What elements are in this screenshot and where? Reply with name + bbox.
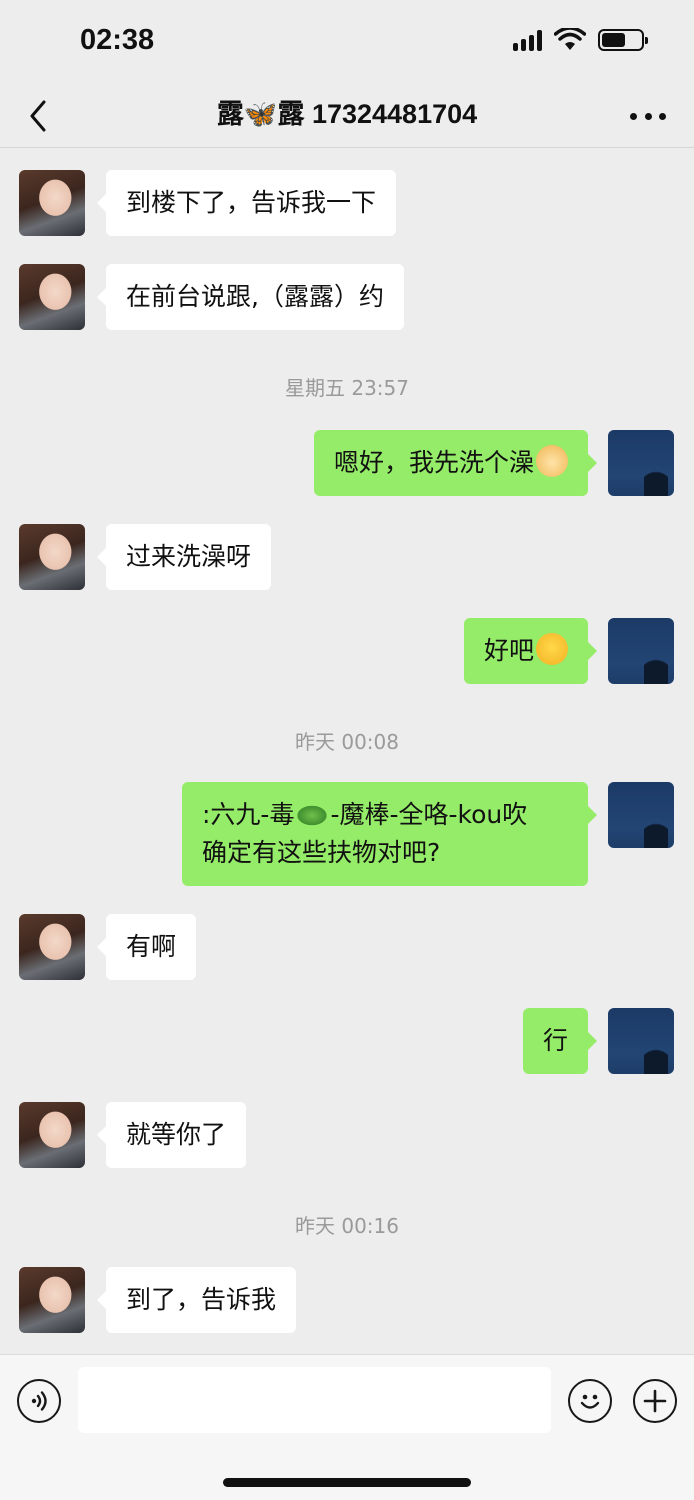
emoji-button[interactable] <box>568 1379 612 1423</box>
my-avatar[interactable] <box>608 782 674 848</box>
my-avatar[interactable] <box>608 618 674 684</box>
message-bubble-outgoing[interactable]: :六九-毒 -魔棒-全咯-kou吹 确定有这些扶物对吧? <box>182 782 597 886</box>
contact-avatar[interactable] <box>19 1102 85 1168</box>
status-icons <box>513 28 648 52</box>
message-bubble-outgoing[interactable]: 行 <box>522 1008 598 1074</box>
chat-timestamp: 星期五 23:57 <box>285 376 409 400</box>
contact-avatar[interactable] <box>19 170 85 236</box>
message-text: :六九-毒 <box>202 800 295 829</box>
message-text: -魔棒-全咯-kou吹 <box>330 800 528 829</box>
plus-icon <box>643 1389 667 1413</box>
my-avatar[interactable] <box>608 430 674 496</box>
message-text: 嗯好，我先洗个澡 <box>333 448 534 477</box>
my-avatar[interactable] <box>608 1008 674 1074</box>
message-text: 好吧 <box>483 636 534 665</box>
battery-icon <box>598 29 648 51</box>
contact-avatar[interactable] <box>19 264 85 330</box>
message-bubble-incoming[interactable]: 到楼下了，告诉我一下 <box>96 170 397 236</box>
status-time: 02:38 <box>80 24 155 56</box>
doge-emoji-icon <box>536 445 568 477</box>
message-bubble-incoming[interactable]: 就等你了 <box>96 1102 247 1168</box>
message-line: 确定有这些扶物对吧? <box>202 838 441 867</box>
more-dots-icon[interactable] <box>630 98 666 134</box>
chat-timestamp: 昨天 00:16 <box>295 1214 399 1238</box>
message-line: :六九-毒 -魔棒-全咯-kou吹 <box>202 796 568 834</box>
crocodile-emoji-icon <box>294 799 331 829</box>
plus-button[interactable] <box>633 1379 677 1423</box>
wifi-icon <box>554 28 586 50</box>
status-bar: 02:38 <box>0 0 694 84</box>
emoji-smile-icon <box>580 1394 600 1409</box>
message-text-input[interactable] <box>78 1367 551 1433</box>
battery-level <box>602 33 625 47</box>
message-bubble-outgoing[interactable]: 好吧 <box>463 618 598 684</box>
message-bubble-incoming[interactable]: 到了，告诉我 <box>96 1267 297 1333</box>
voice-icon <box>31 1391 47 1411</box>
contact-avatar[interactable] <box>19 524 85 590</box>
message-bubble-incoming[interactable]: 过来洗澡呀 <box>96 524 272 590</box>
voice-button[interactable] <box>17 1379 61 1423</box>
message-bubble-outgoing[interactable]: 嗯好，我先洗个澡 <box>313 430 598 496</box>
home-indicator[interactable] <box>223 1478 471 1487</box>
chat-title: 露🦋露 17324481704 <box>216 99 478 129</box>
contact-avatar[interactable] <box>19 914 85 980</box>
message-bubble-incoming[interactable]: 在前台说跟,（露露）约 <box>97 264 404 330</box>
contact-avatar[interactable] <box>19 1267 85 1333</box>
cellular-signal-icon <box>513 29 542 51</box>
chat-header: 露🦋露 17324481704 <box>0 84 694 148</box>
chevron-left-icon[interactable] <box>24 96 54 136</box>
message-bubble-incoming[interactable]: 有啊 <box>96 914 197 980</box>
chat-message-list[interactable]: 到楼下了，告诉我一下 在前台说跟,（露露）约 星期五 23:57 嗯好，我先洗个… <box>0 148 694 1354</box>
laugh-cry-emoji-icon <box>536 633 568 665</box>
chat-timestamp: 昨天 00:08 <box>295 730 399 754</box>
